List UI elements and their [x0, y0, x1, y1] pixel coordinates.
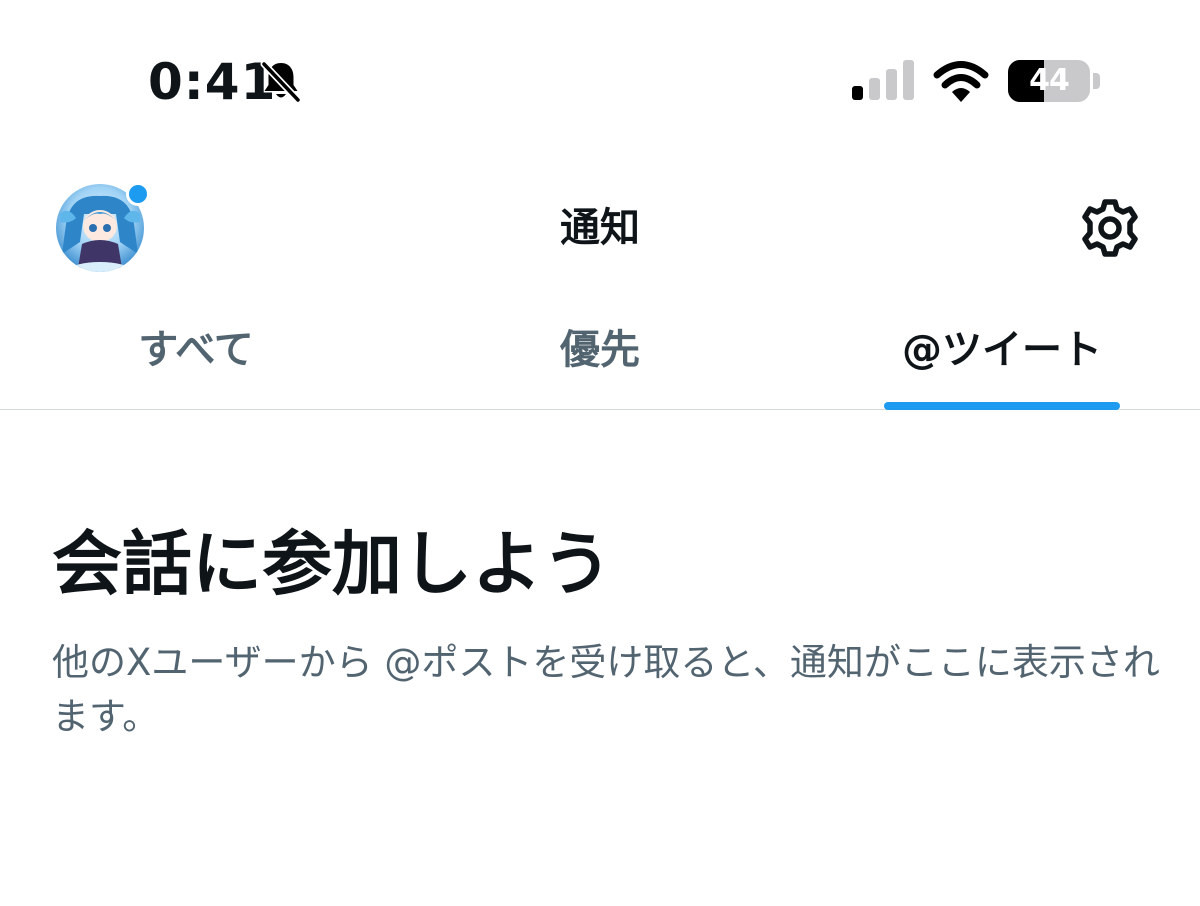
empty-state-message: 他のXユーザーから @ポストを受け取ると、通知がここに表示されます。	[52, 641, 1160, 738]
status-bar: 0:41 44	[0, 0, 1200, 160]
gear-icon	[1082, 199, 1138, 257]
battery-icon: 44	[1008, 60, 1100, 102]
empty-state-title: 会話に参加しよう	[52, 523, 612, 605]
tab-label: すべて	[138, 327, 254, 373]
tab-label: 優先	[560, 327, 640, 373]
tab-all[interactable]: すべて	[106, 300, 286, 410]
bell-slash-icon	[260, 60, 302, 104]
battery-body: 44	[1008, 60, 1090, 102]
tab-mentions[interactable]: @ツイート	[884, 300, 1120, 410]
settings-button[interactable]	[1078, 196, 1142, 260]
active-tab-indicator	[884, 402, 1120, 410]
tab-priority[interactable]: 優先	[510, 300, 690, 410]
battery-cap	[1093, 73, 1100, 89]
tab-label: @ツイート	[902, 327, 1102, 373]
notification-tabs: すべて 優先 @ツイート	[0, 300, 1200, 410]
wifi-icon	[933, 61, 989, 102]
battery-level: 44	[1029, 63, 1070, 98]
page-title: 通知	[560, 205, 640, 251]
cellular-signal-icon	[852, 60, 914, 100]
